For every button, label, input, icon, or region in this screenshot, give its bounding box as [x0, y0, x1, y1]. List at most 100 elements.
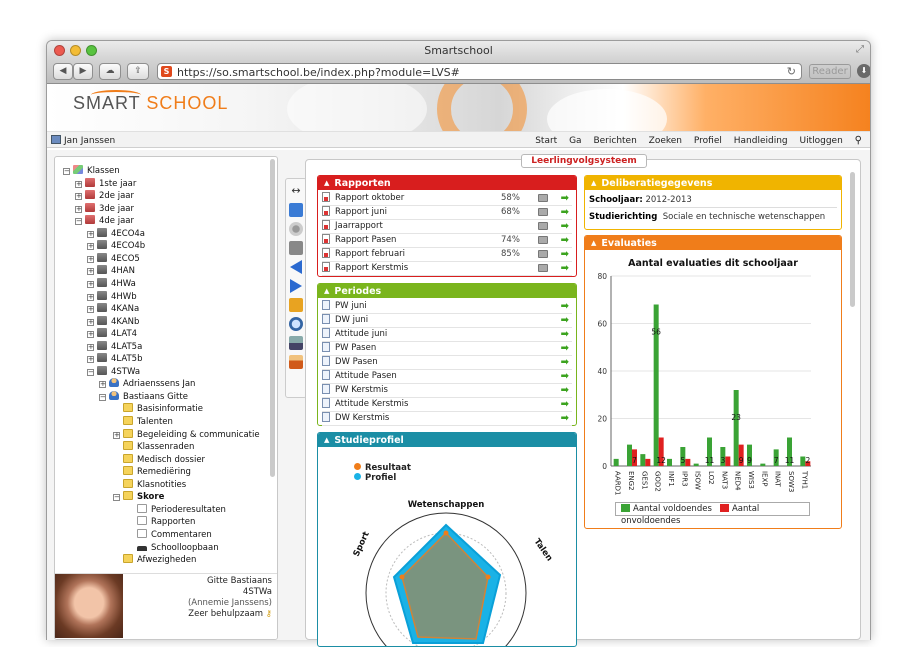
periode-row[interactable]: PW juni ➡ [322, 300, 572, 314]
expand-icon[interactable]: + [87, 356, 94, 364]
magnifier-icon[interactable] [289, 317, 303, 331]
open-arrow-icon[interactable]: ➡ [561, 262, 569, 275]
tree-class[interactable]: +4HWa [87, 277, 136, 290]
cloud-icon[interactable]: ☁ [99, 63, 121, 80]
open-arrow-icon[interactable]: ➡ [561, 314, 569, 327]
tree-student-item[interactable]: Medisch dossier [113, 453, 205, 466]
expand-icon[interactable]: + [75, 193, 82, 201]
tools-icon[interactable] [289, 241, 303, 255]
periode-row[interactable]: Attitude Pasen ➡ [322, 370, 572, 384]
open-arrow-icon[interactable]: ➡ [561, 234, 569, 247]
nav-handleiding[interactable]: Handleiding [734, 136, 788, 146]
tree-class[interactable]: +4ECO5 [87, 252, 140, 265]
evaluaties-header[interactable]: ▲ Evaluaties [585, 236, 841, 250]
tree-class[interactable]: +4KANa [87, 303, 139, 315]
open-arrow-icon[interactable]: ➡ [561, 384, 569, 397]
tree-student[interactable]: + Adriaenssens Jan [99, 378, 195, 390]
nav-zoeken[interactable]: Zoeken [649, 136, 682, 146]
package-icon[interactable] [289, 298, 303, 312]
expand-icon[interactable]: + [87, 230, 94, 238]
tree-skore-item[interactable]: Commentaren [127, 528, 212, 541]
settings-icon[interactable] [289, 222, 303, 236]
tree-root-klassen[interactable]: − Klassen [63, 165, 120, 177]
tree-year[interactable]: − 4de jaar [75, 215, 134, 227]
rapporten-header[interactable]: ▲ Rapporten [318, 176, 576, 190]
tree-class[interactable]: +4LAT5a [87, 340, 142, 353]
tree-class[interactable]: +4ECO4b [87, 240, 145, 252]
open-arrow-icon[interactable]: ➡ [561, 342, 569, 355]
expand-icon[interactable]: + [99, 381, 106, 389]
tree-skore-item[interactable]: Schoolloopbaan [127, 542, 219, 554]
expand-icon[interactable]: + [87, 255, 94, 263]
tree-class[interactable]: +4LAT5b [87, 353, 143, 365]
module-tab[interactable]: Leerlingvolgsysteem [521, 154, 647, 168]
tree-class[interactable]: − 4STWa [87, 365, 140, 378]
tree-student-item[interactable]: − Skore [113, 491, 164, 503]
periode-row[interactable]: Attitude juni ➡ [322, 328, 572, 342]
nav-ga[interactable]: Ga [569, 136, 582, 146]
expand-icon[interactable]: + [87, 280, 94, 288]
home-icon[interactable] [289, 203, 303, 217]
printer-icon[interactable] [538, 250, 548, 258]
expand-icon[interactable]: + [87, 343, 94, 351]
open-arrow-icon[interactable]: ➡ [561, 412, 569, 425]
studieprofiel-header[interactable]: ▲ Studieprofiel [318, 433, 576, 447]
periode-row[interactable]: PW Kerstmis ➡ [322, 384, 572, 398]
tree-student-item[interactable]: Talenten [113, 416, 173, 428]
reader-button[interactable]: Reader [809, 64, 851, 79]
nav-start[interactable]: Start [535, 136, 557, 146]
rapport-row[interactable]: Rapport oktober 58% ➡ [322, 192, 572, 206]
open-arrow-icon[interactable]: ➡ [561, 370, 569, 383]
printer-icon[interactable] [538, 208, 548, 216]
open-arrow-icon[interactable]: ➡ [561, 192, 569, 205]
main-scrollbar[interactable] [850, 172, 855, 307]
expand-icon[interactable]: + [75, 205, 82, 213]
open-arrow-icon[interactable]: ➡ [561, 328, 569, 341]
current-user[interactable]: Jan Janssen [51, 135, 115, 146]
expand-icon[interactable]: + [87, 293, 94, 301]
tree-class[interactable]: +4LAT4 [87, 328, 137, 340]
collapse-icon[interactable]: − [99, 393, 106, 401]
periode-row[interactable]: DW juni ➡ [322, 314, 572, 328]
tree-student-item[interactable]: + Begeleiding & communicatie [113, 428, 260, 441]
nav-berichten[interactable]: Berichten [593, 136, 636, 146]
open-arrow-icon[interactable]: ➡ [561, 248, 569, 261]
tree-student-item[interactable]: Afwezigheden [113, 554, 196, 566]
expand-icon[interactable]: + [87, 268, 94, 276]
nav-profiel[interactable]: Profiel [694, 136, 722, 146]
tree-student-item[interactable]: Basisinformatie [113, 403, 203, 415]
tree-year[interactable]: +1ste jaar [75, 177, 136, 190]
open-arrow-icon[interactable]: ➡ [561, 356, 569, 369]
printer-icon[interactable] [538, 236, 548, 244]
back-button[interactable]: ◀ [53, 63, 73, 80]
expand-icon[interactable]: + [75, 180, 82, 188]
smartschool-logo[interactable]: SMART SCHOOL [73, 93, 228, 114]
previous-arrow-icon[interactable] [290, 260, 302, 274]
tree-scrollbar[interactable] [270, 159, 275, 477]
printer-icon[interactable] [538, 222, 548, 230]
downloads-icon[interactable]: ⬇ [857, 64, 870, 78]
tree-year[interactable]: +3de jaar [75, 202, 134, 215]
forward-button[interactable]: ▶ [73, 63, 93, 80]
tree-skore-item[interactable]: Perioderesultaten [127, 503, 226, 516]
collapse-icon[interactable]: − [63, 168, 70, 175]
open-arrow-icon[interactable]: ➡ [561, 206, 569, 219]
collapse-icon[interactable]: − [75, 218, 82, 226]
collapse-icon[interactable]: − [87, 368, 94, 376]
periode-row[interactable]: DW Kerstmis ➡ [322, 412, 572, 426]
collapse-icon[interactable]: − [113, 494, 120, 502]
open-arrow-icon[interactable]: ➡ [561, 300, 569, 313]
tree-class[interactable]: +4HAN [87, 265, 135, 277]
rapport-row[interactable]: Rapport juni 68% ➡ [322, 206, 572, 220]
tree-class[interactable]: +4HWb [87, 290, 137, 303]
periode-row[interactable]: DW Pasen ➡ [322, 356, 572, 370]
url-text[interactable]: https://so.smartschool.be/index.php?modu… [177, 66, 460, 79]
rapport-row[interactable]: Rapport Pasen 74% ➡ [322, 234, 572, 248]
expand-width-icon[interactable]: ↔ [289, 184, 303, 198]
open-arrow-icon[interactable]: ➡ [561, 398, 569, 411]
deliberatie-header[interactable]: ▲ Deliberatiegegevens [585, 176, 841, 190]
periodes-header[interactable]: ▲ Periodes [318, 284, 576, 298]
expand-icon[interactable]: + [87, 331, 94, 339]
user-info-icon[interactable] [289, 355, 303, 369]
tree-student-item[interactable]: Klasnotities [113, 478, 186, 491]
